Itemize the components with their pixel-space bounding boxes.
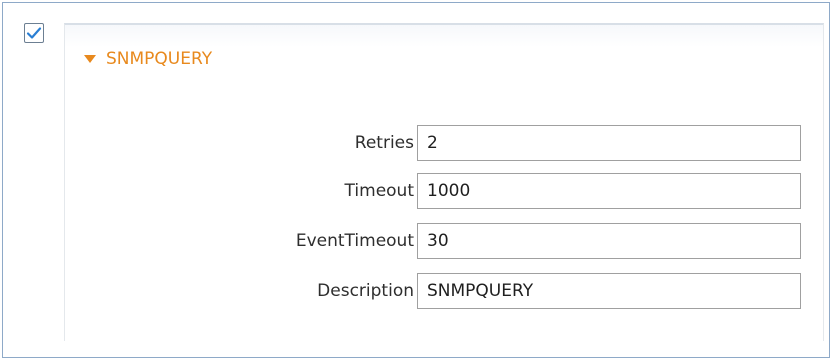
section-header[interactable]: SNMPQUERY <box>84 47 212 71</box>
timeout-input[interactable] <box>417 173 801 209</box>
event-timeout-input[interactable] <box>417 223 801 259</box>
event-timeout-label: EventTimeout <box>295 231 414 251</box>
section-title: SNMPQUERY <box>106 49 213 69</box>
triangle-down-icon[interactable] <box>84 54 96 64</box>
checkmark-icon <box>26 27 42 39</box>
retries-label: Retries <box>354 133 414 153</box>
retries-row: Retries <box>215 125 801 161</box>
description-label: Description <box>317 281 414 301</box>
description-input[interactable] <box>417 273 801 309</box>
snmpquery-config-frame: SNMPQUERY Retries Timeout EventTimeout D… <box>2 2 830 358</box>
event-timeout-row: EventTimeout <box>215 223 801 259</box>
snmpquery-panel: SNMPQUERY Retries Timeout EventTimeout D… <box>64 23 824 341</box>
enable-checkbox[interactable] <box>24 23 44 43</box>
timeout-label: Timeout <box>344 181 414 201</box>
timeout-row: Timeout <box>215 173 801 209</box>
description-row: Description <box>215 273 801 309</box>
retries-input[interactable] <box>417 125 801 161</box>
